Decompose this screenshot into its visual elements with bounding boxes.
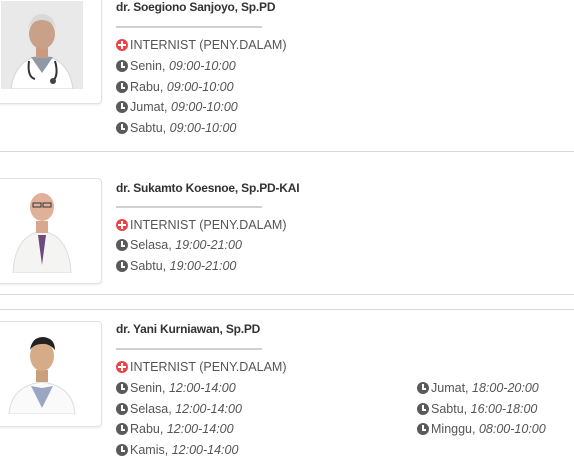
- schedule-day: Rabu,: [130, 80, 164, 94]
- clock-icon: [116, 122, 128, 134]
- schedule-time: 09:00-10:00: [171, 100, 238, 114]
- name-underline: [116, 26, 262, 28]
- doctor-name[interactable]: dr. Yani Kurniawan, Sp.PD: [116, 322, 260, 336]
- schedule-item: Minggu, 08:00-10:00: [417, 420, 546, 438]
- schedule-day: Jumat,: [130, 100, 168, 114]
- schedule-time: 08:00-10:00: [478, 422, 546, 436]
- clock-icon: [417, 382, 429, 394]
- schedule-item: Selasa, 12:00-14:00: [116, 400, 242, 418]
- clock-icon: [417, 423, 429, 435]
- schedule-item: Rabu, 12:00-14:00: [116, 420, 234, 438]
- schedule-time: 19:00-21:00: [175, 238, 242, 252]
- schedule-time: 09:00-10:00: [169, 121, 237, 135]
- doctor-photo-frame[interactable]: [0, 178, 102, 284]
- clock-icon: [116, 403, 128, 415]
- schedule-day: Sabtu,: [130, 259, 167, 273]
- clock-icon: [116, 239, 128, 251]
- schedule-time: 12:00-14:00: [171, 443, 239, 457]
- specialty: INTERNIST (PENY.DALAM): [116, 358, 287, 376]
- plus-circle-icon: [116, 361, 128, 373]
- schedule-item: Sabtu, 09:00-10:00: [116, 119, 236, 137]
- plus-circle-icon: [116, 219, 128, 231]
- schedule-time: 12:00-14:00: [166, 422, 234, 436]
- specialty: INTERNIST (PENY.DALAM): [116, 216, 287, 234]
- clock-icon: [116, 60, 128, 72]
- specialty-label: INTERNIST (PENY.DALAM): [130, 38, 287, 52]
- doctor-photo: [1, 1, 83, 89]
- schedule-time: 09:00-10:00: [168, 59, 236, 73]
- clock-icon: [116, 423, 128, 435]
- doctor-photo-frame[interactable]: [0, 0, 102, 104]
- name-underline: [116, 348, 262, 350]
- doctor-photo-frame[interactable]: [0, 321, 102, 427]
- clock-icon: [116, 81, 128, 93]
- schedule-time: 09:00-10:00: [166, 80, 234, 94]
- clock-icon: [417, 403, 429, 415]
- schedule-item: Jumat, 09:00-10:00: [116, 98, 238, 116]
- schedule-time: 19:00-21:00: [169, 259, 237, 273]
- schedule-time: 12:00-14:00: [168, 381, 236, 395]
- doctor-photo: [1, 185, 83, 273]
- schedule-day: Selasa,: [130, 238, 172, 252]
- schedule-day: Minggu,: [431, 422, 476, 436]
- schedule-item: Senin, 12:00-14:00: [116, 379, 236, 397]
- specialty: INTERNIST (PENY.DALAM): [116, 36, 287, 54]
- specialty-label: INTERNIST (PENY.DALAM): [130, 218, 287, 232]
- clock-icon: [116, 444, 128, 456]
- schedule-time: 12:00-14:00: [175, 402, 242, 416]
- doctor-photo: [1, 326, 83, 414]
- schedule-day: Sabtu,: [130, 121, 167, 135]
- schedule-time: 16:00-18:00: [470, 402, 538, 416]
- schedule-item: Sabtu, 19:00-21:00: [116, 257, 236, 275]
- schedule-item: Kamis, 12:00-14:00: [116, 441, 238, 459]
- schedule-day: Selasa,: [130, 402, 172, 416]
- schedule-item: Selasa, 19:00-21:00: [116, 236, 242, 254]
- card-divider: [0, 309, 574, 310]
- clock-icon: [116, 382, 128, 394]
- name-underline: [116, 206, 262, 208]
- schedule-time: 18:00-20:00: [472, 381, 539, 395]
- schedule-item: Rabu, 09:00-10:00: [116, 78, 234, 96]
- doctor-name[interactable]: dr. Sukamto Koesnoe, Sp.PD-KAI: [116, 181, 300, 195]
- clock-icon: [116, 260, 128, 272]
- specialty-label: INTERNIST (PENY.DALAM): [130, 360, 287, 374]
- plus-circle-icon: [116, 39, 128, 51]
- schedule-day: Senin,: [130, 59, 166, 73]
- schedule-day: Sabtu,: [431, 402, 468, 416]
- doctor-name[interactable]: dr. Soegiono Sanjoyo, Sp.PD: [116, 0, 275, 14]
- schedule-item: Jumat, 18:00-20:00: [417, 379, 539, 397]
- clock-icon: [116, 101, 128, 113]
- schedule-item: Senin, 09:00-10:00: [116, 57, 236, 75]
- schedule-item: Sabtu, 16:00-18:00: [417, 400, 537, 418]
- schedule-day: Rabu,: [130, 422, 164, 436]
- card-divider: [0, 294, 574, 295]
- schedule-day: Senin,: [130, 381, 166, 395]
- card-divider: [0, 151, 574, 152]
- schedule-day: Kamis,: [130, 443, 169, 457]
- schedule-day: Jumat,: [431, 381, 469, 395]
